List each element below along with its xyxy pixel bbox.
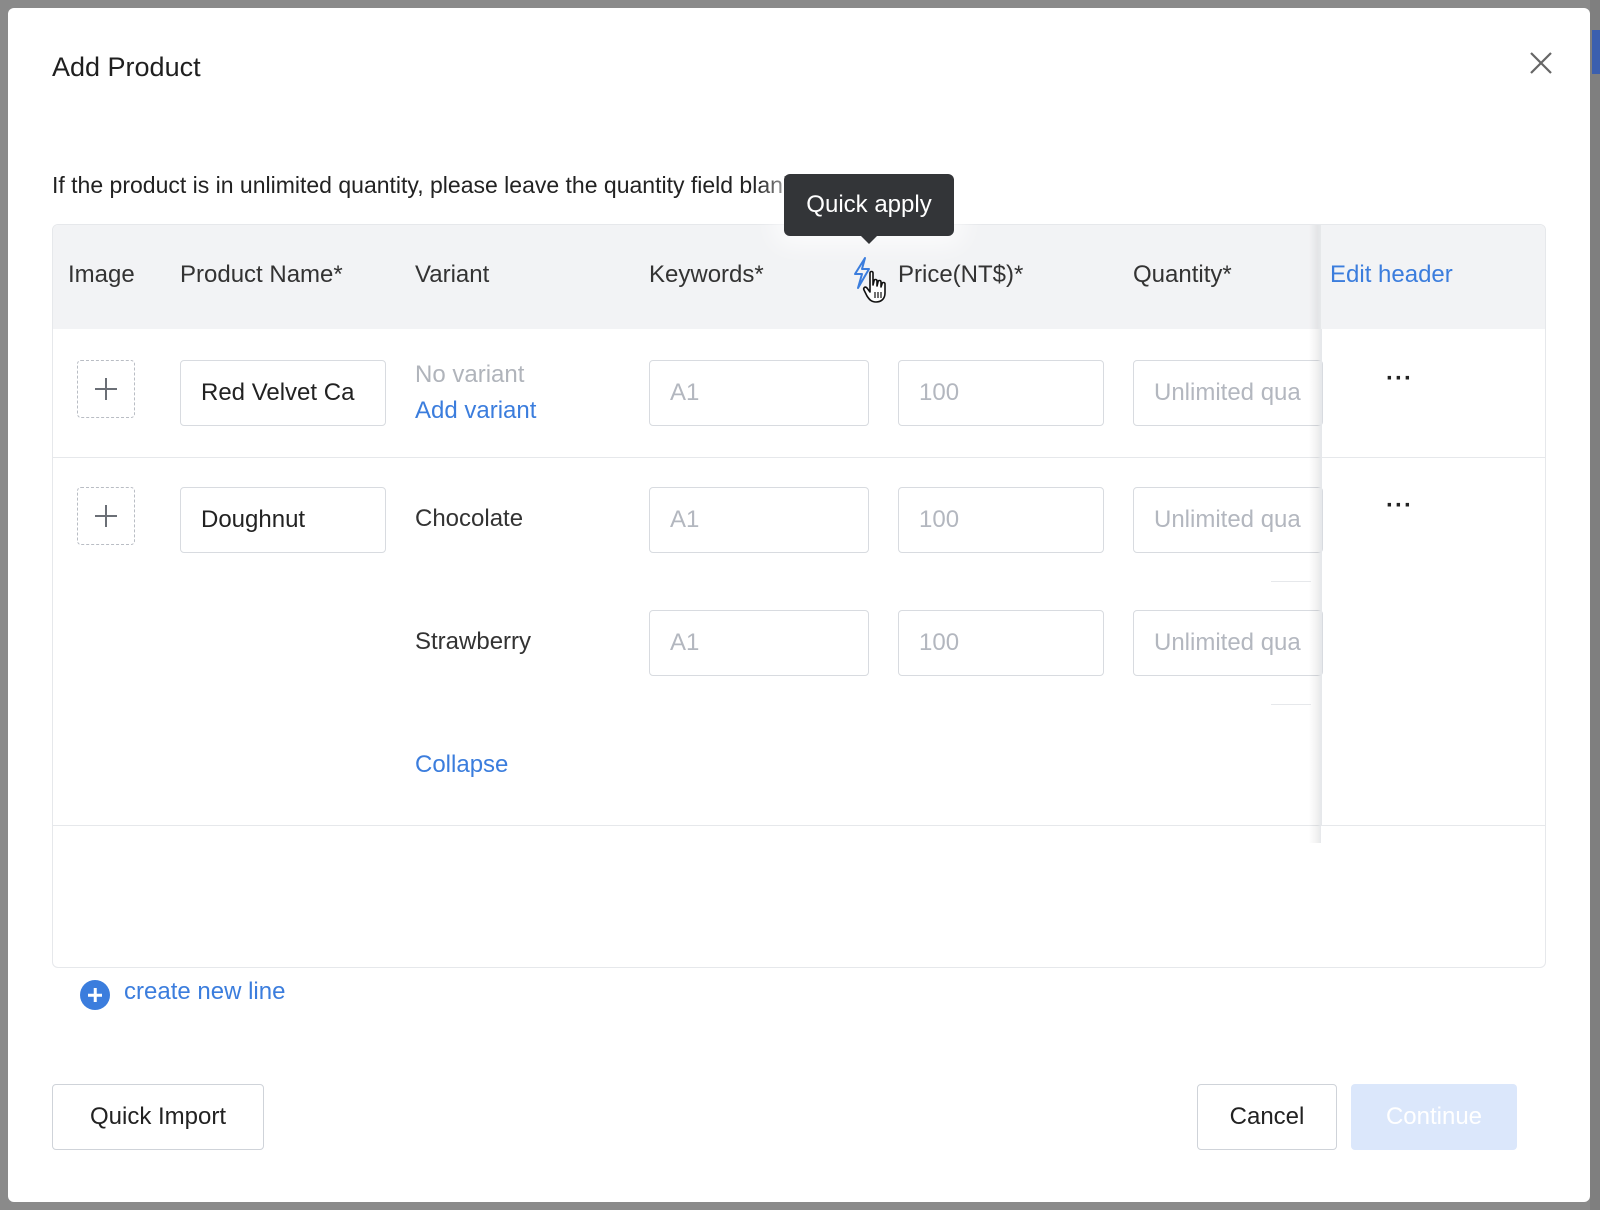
more-actions-button[interactable]: ··· bbox=[1386, 492, 1413, 520]
dialog-title: Add Product bbox=[52, 52, 201, 82]
plus-circle-icon bbox=[80, 980, 110, 1010]
variant-divider bbox=[1271, 704, 1311, 705]
quick-apply-tooltip: Quick apply bbox=[784, 174, 954, 236]
quantity-hint: If the product is in unlimited quantity,… bbox=[52, 172, 795, 198]
quantity-input[interactable] bbox=[1133, 487, 1323, 553]
no-variant-label: No variant bbox=[415, 361, 525, 388]
header-quantity: Quantity* bbox=[1133, 261, 1232, 288]
cancel-button[interactable]: Cancel bbox=[1197, 1084, 1337, 1150]
add-image-button[interactable] bbox=[77, 487, 135, 545]
quantity-input[interactable] bbox=[1133, 610, 1323, 676]
price-input[interactable] bbox=[898, 610, 1104, 676]
quick-import-button[interactable]: Quick Import bbox=[52, 1084, 264, 1150]
quantity-input[interactable] bbox=[1133, 360, 1323, 426]
row-divider bbox=[53, 825, 1545, 826]
product-name-input[interactable] bbox=[180, 360, 386, 426]
create-new-line-label: create new line bbox=[124, 978, 286, 1005]
variant-divider bbox=[1271, 581, 1311, 582]
tooltip-arrow bbox=[861, 236, 877, 244]
continue-button[interactable]: Continue bbox=[1351, 1084, 1517, 1150]
fixed-column-shadow bbox=[1309, 225, 1321, 843]
edit-header-link[interactable]: Edit header bbox=[1330, 261, 1453, 289]
price-input[interactable] bbox=[898, 487, 1104, 553]
header-product-name: Product Name* bbox=[180, 261, 343, 288]
table-header: Image Product Name* Variant Keywords* Pr… bbox=[53, 225, 1545, 329]
header-price: Price(NT$)* bbox=[898, 261, 1024, 288]
keywords-input[interactable] bbox=[649, 360, 869, 426]
keywords-input[interactable] bbox=[649, 610, 869, 676]
product-name-input[interactable] bbox=[180, 487, 386, 553]
close-icon[interactable] bbox=[1524, 46, 1558, 80]
product-table: Image Product Name* Variant Keywords* Pr… bbox=[52, 224, 1546, 968]
keywords-input[interactable] bbox=[649, 487, 869, 553]
header-keywords: Keywords* bbox=[649, 261, 764, 288]
variant-name: Strawberry bbox=[415, 628, 532, 655]
add-variant-link[interactable]: Add variant bbox=[415, 397, 536, 425]
row-divider bbox=[53, 457, 1545, 458]
hand-cursor-icon bbox=[862, 270, 886, 303]
backdrop-accent bbox=[1592, 30, 1600, 74]
variant-name: Chocolate bbox=[415, 505, 524, 532]
header-variant: Variant bbox=[415, 261, 490, 288]
collapse-link[interactable]: Collapse bbox=[415, 751, 508, 779]
header-image: Image bbox=[68, 261, 135, 288]
backdrop-edge bbox=[1590, 0, 1600, 1210]
add-image-button[interactable] bbox=[77, 360, 135, 418]
price-input[interactable] bbox=[898, 360, 1104, 426]
add-product-dialog: Add Product If the product is in unlimit… bbox=[8, 8, 1590, 1202]
fixed-column-border bbox=[1321, 329, 1322, 825]
more-actions-button[interactable]: ··· bbox=[1386, 365, 1413, 393]
